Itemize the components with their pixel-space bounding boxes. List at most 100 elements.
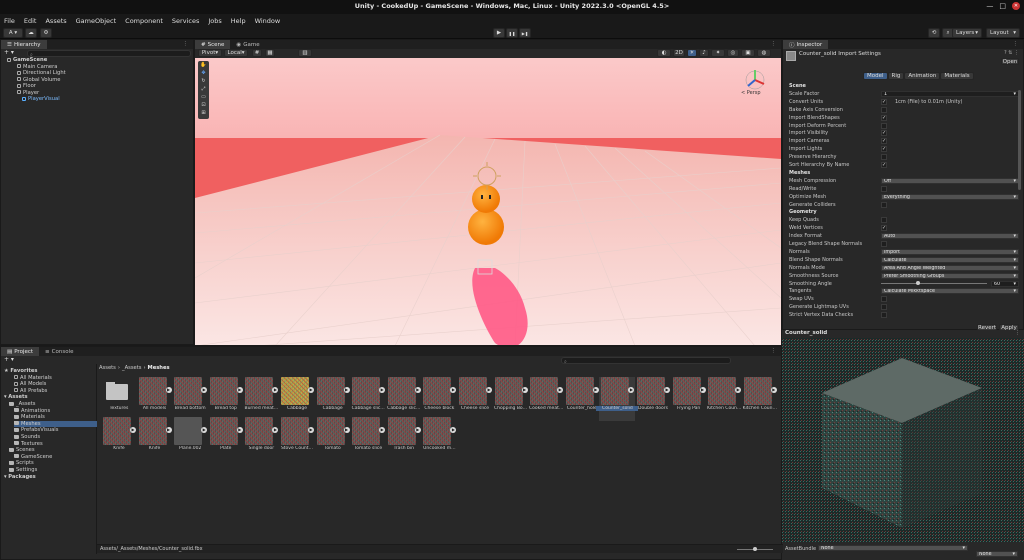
expand-arrow-icon[interactable]: ▶ (450, 427, 457, 433)
asset-item[interactable]: ▶ Bread bottom (172, 377, 208, 421)
expand-arrow-icon[interactable]: ▶ (486, 387, 492, 393)
project-add-button[interactable]: + ▾ (4, 356, 14, 363)
tab-hierarchy[interactable]: ☰ Hierarchy (1, 40, 47, 49)
move-tool-icon[interactable]: ✥ (201, 70, 205, 76)
asset-item[interactable]: ▶ Tomato (315, 417, 351, 461)
asset-item[interactable]: ▶ Stove Count… (279, 417, 315, 461)
hand-tool-icon[interactable]: ✋ (200, 62, 206, 68)
asset-item[interactable]: ▶ Knife (101, 417, 137, 461)
preview-menu-icon[interactable]: ⋮ (1015, 330, 1020, 336)
setting-checkbox[interactable] (881, 106, 887, 113)
setting-checkbox[interactable]: ✓ (881, 225, 887, 232)
rotate-tool-icon[interactable]: ↻ (201, 78, 205, 84)
scale-tool-icon[interactable]: ⤢ (201, 86, 205, 92)
expand-arrow-icon[interactable]: ▶ (343, 427, 350, 433)
asset-item[interactable]: ▶ Uncooked m… (421, 417, 457, 461)
project-tree-item[interactable]: PrefabsVisuals (14, 427, 58, 433)
maximize-button[interactable]: □ (999, 2, 1006, 10)
asset-item[interactable]: ▶ Cooked meat… (528, 377, 564, 421)
asset-item[interactable]: ▶ Trash bin (386, 417, 422, 461)
expand-arrow-icon[interactable]: ▶ (414, 427, 421, 433)
expand-arrow-icon[interactable]: ▶ (236, 387, 243, 393)
hierarchy-item[interactable]: GameScene (7, 57, 47, 63)
grid-icon[interactable]: # (252, 49, 262, 57)
model-preview[interactable] (782, 338, 1024, 542)
menu-window[interactable]: Window (255, 17, 281, 25)
pause-button[interactable]: ❚❚ (506, 28, 518, 38)
menu-help[interactable]: Help (231, 17, 246, 25)
asset-item[interactable]: ▶ Double doors (635, 377, 671, 421)
asset-item[interactable]: ▶ Cabbage (315, 377, 351, 421)
hierarchy-item[interactable]: Directional Light (17, 70, 66, 76)
expand-arrow-icon[interactable]: ▶ (699, 387, 706, 393)
local-dropdown[interactable]: Local ▾ (224, 49, 248, 57)
breadcrumb-assets[interactable]: Assets (99, 365, 116, 371)
project-tree-item[interactable]: All Prefabs (14, 388, 47, 394)
setting-checkbox[interactable] (881, 304, 887, 311)
tab-model[interactable]: Model (863, 72, 888, 80)
audio-icon[interactable]: ♪ (699, 49, 709, 57)
setting-checkbox[interactable] (881, 217, 887, 224)
asset-item[interactable]: ▶ Frying Pan (671, 377, 707, 421)
project-tree-item[interactable]: ★ Favorites (4, 368, 37, 374)
asset-item[interactable]: ▶ All models (137, 377, 173, 421)
setting-checkbox[interactable]: ✓ (881, 162, 887, 168)
asset-item[interactable]: ▶ Bread top (208, 377, 244, 421)
expand-arrow-icon[interactable]: ▶ (557, 387, 564, 393)
expand-arrow-icon[interactable]: ▶ (379, 427, 386, 433)
asset-item[interactable]: ▶ Single door (243, 417, 279, 461)
expand-arrow-icon[interactable]: ▶ (592, 387, 599, 393)
project-tree-item[interactable]: Scenes (9, 447, 35, 453)
expand-arrow-icon[interactable]: ▶ (450, 387, 457, 393)
zoom-slider[interactable] (737, 547, 773, 551)
tab-project[interactable]: ▤ Project (1, 347, 40, 356)
collab-icon[interactable]: ⚙ (40, 28, 52, 38)
scene-viewport[interactable] (195, 58, 781, 346)
hierarchy-add-button[interactable]: + ▾ (4, 49, 14, 56)
asset-item[interactable]: ▶ Chopping Bo… (493, 377, 529, 421)
close-button[interactable]: ✕ (1012, 2, 1020, 10)
menu-assets[interactable]: Assets (45, 17, 66, 25)
tab-materials[interactable]: Materials (940, 72, 974, 80)
project-tree-item[interactable]: ▾ Assets (4, 394, 28, 400)
tab-scene[interactable]: # Scene (195, 40, 231, 49)
layout-dropdown[interactable]: Layout ▾ (986, 28, 1020, 38)
expand-arrow-icon[interactable]: ▶ (664, 387, 670, 393)
setting-checkbox[interactable] (881, 241, 887, 247)
project-tree-item[interactable]: Settings (9, 467, 37, 473)
expand-arrow-icon[interactable]: ▶ (628, 387, 635, 393)
hierarchy-item[interactable]: PlayerVisual (22, 96, 60, 102)
hierarchy-item[interactable]: Main Camera (17, 64, 57, 70)
setting-checkbox[interactable]: ✓ (881, 138, 887, 145)
expand-arrow-icon[interactable]: ▶ (308, 387, 314, 393)
setting-checkbox[interactable] (881, 122, 887, 129)
pivot-dropdown[interactable]: Pivot ▾ (198, 49, 222, 57)
expand-arrow-icon[interactable]: ▶ (165, 427, 172, 433)
open-button[interactable]: Open (1001, 58, 1019, 65)
expand-arrow-icon[interactable]: ▶ (379, 387, 386, 393)
panel-menu-icon[interactable]: ⋮ (771, 41, 779, 47)
history-icon[interactable]: ⟲ (928, 28, 940, 38)
expand-arrow-icon[interactable]: ▶ (130, 427, 136, 433)
setting-slider[interactable] (881, 281, 987, 285)
asset-item[interactable]: ▶ Counter_hole (564, 377, 600, 421)
asset-item[interactable]: ▶ Cheese slice (457, 377, 493, 421)
gizmos-icon[interactable]: ◍ (757, 49, 771, 57)
asset-item[interactable]: ▶ Counter_solid (596, 377, 639, 421)
menu-component[interactable]: Component (125, 17, 163, 25)
expand-arrow-icon[interactable]: ▶ (201, 427, 208, 433)
setting-checkbox[interactable] (881, 185, 887, 192)
project-tree-item[interactable]: Meshes (14, 420, 97, 427)
expand-arrow-icon[interactable]: ▶ (236, 427, 243, 433)
expand-arrow-icon[interactable]: ▶ (414, 387, 421, 393)
hierarchy-item[interactable]: Floor (17, 83, 36, 89)
menu-gameobject[interactable]: GameObject (76, 17, 117, 25)
hierarchy-item[interactable]: Global Volume (17, 77, 61, 83)
panel-menu-icon[interactable]: ⋮ (183, 41, 191, 47)
project-tree-item[interactable]: All Materials (14, 375, 52, 381)
layers-dropdown[interactable]: Layers ▾ (952, 28, 982, 38)
help-icon[interactable]: ? ⇅ ⋮ (1004, 50, 1019, 56)
project-tree-item[interactable]: _Assets (9, 401, 35, 407)
asset-item[interactable]: ▶ Cheese block (421, 377, 457, 421)
project-tree-item[interactable]: GameScene (14, 454, 52, 460)
